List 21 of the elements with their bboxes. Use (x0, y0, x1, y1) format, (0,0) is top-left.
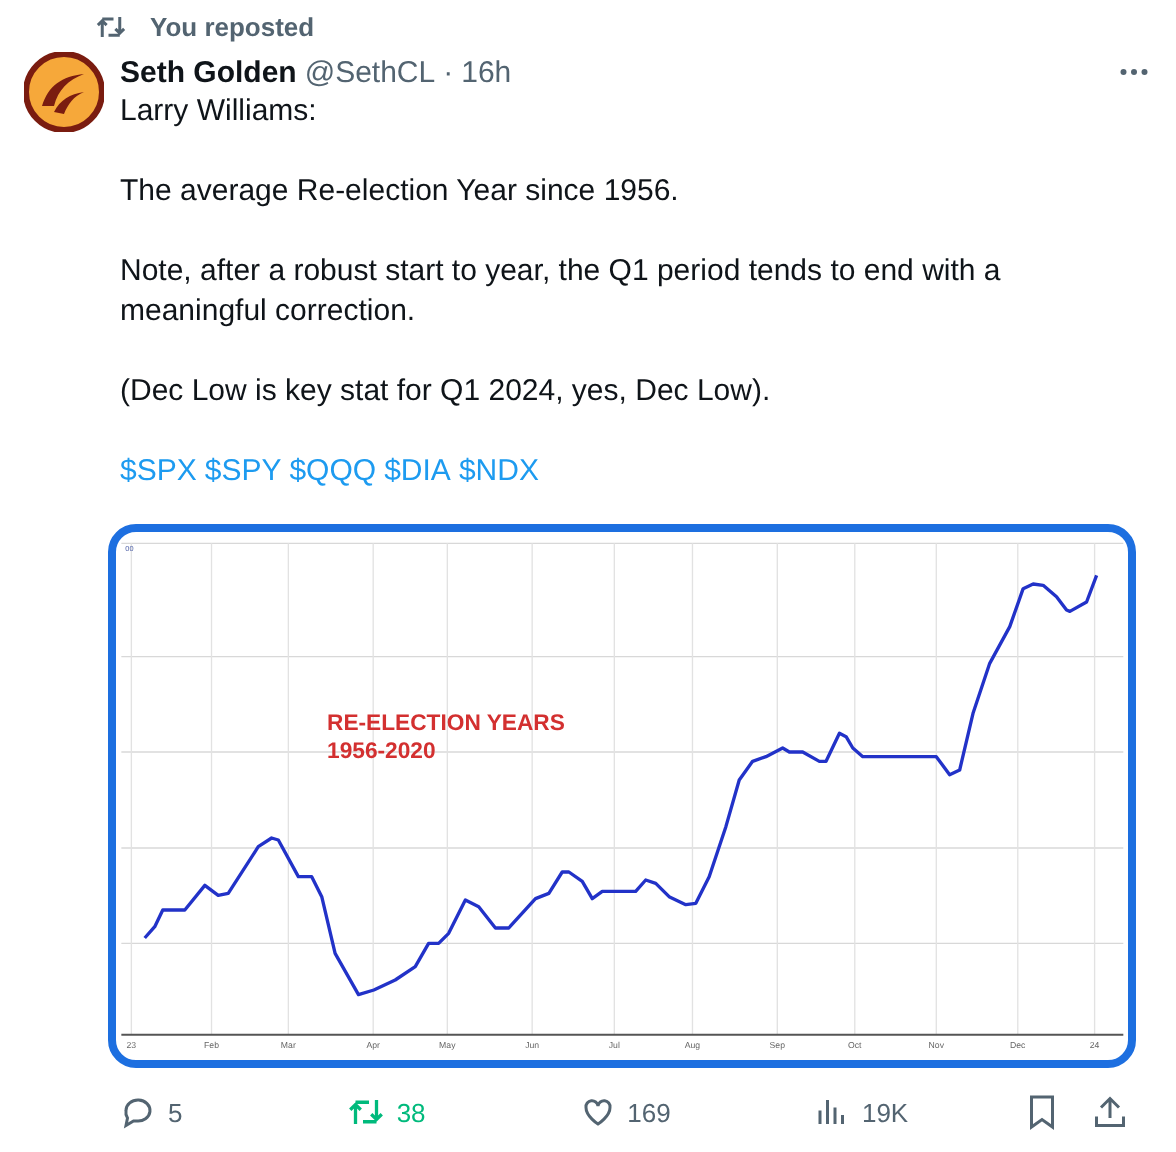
heart-icon (579, 1094, 616, 1130)
like-button[interactable]: 169 (579, 1094, 814, 1130)
views-button[interactable]: 19K (813, 1094, 1025, 1130)
post-text: Note, after a robust start to year, the Q1 period tends to end with a meaningful correction. (120, 252, 1003, 332)
post-text: Larry Williams: (120, 92, 319, 132)
repost-icon (96, 11, 126, 41)
author-name[interactable]: Seth Golden (120, 55, 297, 89)
views-icon (813, 1094, 850, 1130)
post-text: The average Re-election Year since 1956. (120, 172, 681, 212)
share-icon (1092, 1094, 1129, 1130)
post-text: (Dec Low is key stat for Q1 2024, yes, Dec Low). (120, 372, 773, 412)
separator: · (443, 55, 454, 89)
reply-icon (120, 1094, 156, 1130)
chart-title: RE-ELECTION YEARS (327, 712, 565, 736)
post-time[interactable]: 16h (461, 55, 512, 89)
reply-button[interactable]: 5 (120, 1094, 349, 1130)
repost-icon (348, 1094, 385, 1130)
avatar[interactable] (24, 52, 104, 132)
chart-title: 1956-2020 (327, 740, 436, 764)
author-handle[interactable]: @SethCL (304, 55, 436, 89)
repost-label: You reposted (150, 11, 315, 41)
